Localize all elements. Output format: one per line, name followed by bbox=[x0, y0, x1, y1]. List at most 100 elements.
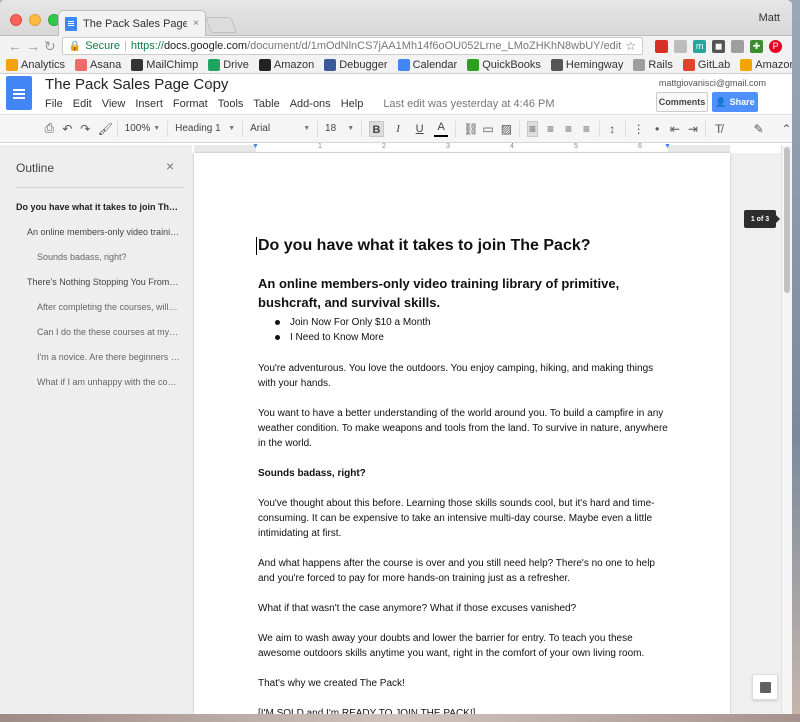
minimize-window-button[interactable] bbox=[29, 14, 41, 26]
bookmark-item[interactable]: QuickBooks bbox=[467, 58, 541, 71]
new-tab-button[interactable] bbox=[205, 17, 237, 33]
image-icon[interactable]: ▨ bbox=[501, 122, 512, 136]
align-right-icon[interactable]: ≡ bbox=[563, 122, 574, 136]
reload-icon[interactable]: ↻ bbox=[44, 38, 56, 55]
outline-item[interactable]: Sounds badass, right? bbox=[37, 252, 180, 262]
document-page[interactable]: Do you have what it takes to join The Pa… bbox=[194, 153, 730, 714]
outline-item[interactable]: An online members-only video training... bbox=[27, 227, 180, 237]
document-title[interactable]: The Pack Sales Page Copy bbox=[45, 76, 228, 93]
paragraph[interactable]: [I'M SOLD and I'm READY TO JOIN THE PACK… bbox=[258, 706, 668, 714]
font-size-select[interactable]: 18 ▼ bbox=[325, 123, 354, 134]
ruler-indent-marker-icon[interactable]: ▼ bbox=[252, 143, 259, 150]
outline-item[interactable]: There's Nothing Stopping You From E... bbox=[27, 277, 180, 287]
style-select[interactable]: Heading 1 ▼ bbox=[175, 123, 235, 134]
bulleted-list-icon[interactable]: • bbox=[652, 122, 663, 136]
link-icon[interactable]: ⛓ bbox=[463, 122, 478, 136]
docs-home-icon[interactable] bbox=[6, 76, 32, 110]
outline-item[interactable]: Do you have what it takes to join The ..… bbox=[16, 202, 180, 212]
chrome-profile-name[interactable]: Matt bbox=[759, 12, 780, 24]
bookmark-item[interactable]: Debugger bbox=[324, 58, 388, 71]
comment-icon[interactable]: ▭ bbox=[482, 122, 493, 136]
bookmark-item[interactable]: MailChimp bbox=[131, 58, 198, 71]
share-button[interactable]: 👤 Share bbox=[712, 92, 758, 112]
back-arrow-icon[interactable]: ← bbox=[8, 38, 22, 54]
forward-arrow-icon[interactable]: → bbox=[26, 38, 40, 54]
pinterest-extension-icon[interactable]: P bbox=[769, 39, 783, 53]
heading-2[interactable]: An online members-only video training li… bbox=[258, 274, 668, 312]
account-email[interactable]: mattgiovanisci@gmail.com bbox=[659, 78, 766, 88]
paragraph[interactable]: You've thought about this before. Learni… bbox=[258, 496, 668, 541]
menu-tools[interactable]: Tools bbox=[218, 98, 244, 110]
collapse-toolbar-icon[interactable]: ⌃ bbox=[781, 122, 792, 136]
zoom-select[interactable]: 100% ▼ bbox=[125, 123, 161, 134]
decrease-indent-icon[interactable]: ⇤ bbox=[670, 122, 681, 136]
increase-indent-icon[interactable]: ⇥ bbox=[687, 122, 698, 136]
bookmark-item[interactable]: Asana bbox=[75, 58, 121, 71]
menu-addons[interactable]: Add-ons bbox=[290, 98, 331, 110]
close-outline-icon[interactable]: × bbox=[166, 158, 174, 174]
paragraph[interactable]: You want to have a better understanding … bbox=[258, 406, 668, 451]
vertical-scrollbar[interactable] bbox=[781, 145, 792, 714]
menu-table[interactable]: Table bbox=[253, 98, 279, 110]
bookmark-item[interactable]: Drive bbox=[208, 58, 249, 71]
paragraph[interactable]: We aim to wash away your doubts and lowe… bbox=[258, 631, 668, 661]
heading-1[interactable]: Do you have what it takes to join The Pa… bbox=[258, 236, 668, 256]
pocket-extension-icon[interactable]: ◼ bbox=[712, 39, 726, 53]
menu-help[interactable]: Help bbox=[341, 98, 364, 110]
outline-item[interactable]: After completing the courses, will I ... bbox=[37, 302, 180, 312]
redo-icon[interactable]: ↷ bbox=[80, 122, 91, 136]
line-spacing-icon[interactable]: ↕ bbox=[607, 122, 618, 136]
horizontal-ruler[interactable]: ▼ 1 2 3 4 5 6 ▼ bbox=[194, 143, 730, 153]
menu-view[interactable]: View bbox=[102, 98, 126, 110]
align-justify-icon[interactable]: ≡ bbox=[581, 122, 592, 136]
font-select[interactable]: Arial ▼ bbox=[250, 123, 310, 134]
undo-icon[interactable]: ↶ bbox=[62, 122, 73, 136]
bold-button[interactable]: B bbox=[369, 120, 384, 137]
plus-extension-icon[interactable]: ✚ bbox=[750, 39, 764, 53]
text-color-button[interactable]: A bbox=[433, 121, 449, 137]
list-item[interactable]: Join Now For Only $10 a Month bbox=[275, 315, 668, 330]
browser-tab-active[interactable]: The Pack Sales Page Copy - G × bbox=[58, 10, 206, 36]
bookmark-item[interactable]: Calendar bbox=[397, 58, 457, 71]
comments-button[interactable]: Comments bbox=[656, 92, 708, 112]
paragraph[interactable]: You're adventurous. You love the outdoor… bbox=[258, 361, 668, 391]
scrollbar-thumb[interactable] bbox=[784, 147, 790, 293]
align-left-icon[interactable]: ≡ bbox=[526, 120, 539, 137]
subheading[interactable]: Sounds badass, right? bbox=[258, 466, 668, 481]
paragraph[interactable]: That's why we created The Pack! bbox=[258, 676, 668, 691]
tab-close-icon[interactable]: × bbox=[193, 18, 199, 29]
paint-format-icon[interactable]: 🖌 bbox=[98, 122, 113, 136]
paragraph[interactable]: What if that wasn't the case anymore? Wh… bbox=[258, 601, 668, 616]
ruler-right-indent-icon[interactable]: ▼ bbox=[664, 143, 671, 150]
calendar-extension-icon[interactable] bbox=[655, 39, 669, 53]
align-center-icon[interactable]: ≡ bbox=[545, 122, 556, 136]
italic-button[interactable]: I bbox=[391, 121, 406, 137]
document-body[interactable]: Do you have what it takes to join The Pa… bbox=[256, 236, 668, 714]
menu-file[interactable]: File bbox=[45, 98, 63, 110]
outline-item[interactable]: What if I am unhappy with the cour... bbox=[37, 377, 180, 387]
menu-edit[interactable]: Edit bbox=[73, 98, 92, 110]
menu-insert[interactable]: Insert bbox=[135, 98, 163, 110]
bookmark-item[interactable]: Analytics bbox=[6, 58, 65, 71]
m-extension-icon[interactable]: m bbox=[693, 39, 707, 53]
underline-button[interactable]: U bbox=[412, 121, 427, 137]
numbered-list-icon[interactable]: ⋮ bbox=[633, 122, 645, 136]
clear-formatting-icon[interactable]: T̸ bbox=[713, 122, 724, 136]
star-document-icon[interactable]: ☆ bbox=[204, 76, 216, 92]
menu-format[interactable]: Format bbox=[173, 98, 208, 110]
grey-extension-icon[interactable] bbox=[731, 39, 745, 53]
bookmark-item[interactable]: GitLab bbox=[682, 58, 730, 71]
explore-button[interactable] bbox=[752, 674, 778, 700]
print-icon[interactable]: ⎙ bbox=[44, 121, 55, 136]
paragraph[interactable]: And what happens after the course is ove… bbox=[258, 556, 668, 586]
bookmark-item[interactable]: Rails bbox=[633, 58, 673, 71]
address-bar[interactable]: 🔒 Secure | https://docs.google.com/docum… bbox=[61, 37, 644, 55]
editing-mode-pencil-icon[interactable]: ✎ bbox=[753, 122, 764, 136]
cloud-extension-icon[interactable] bbox=[674, 39, 688, 53]
bookmark-item[interactable]: AmazonSmile bbox=[740, 58, 792, 71]
list-item[interactable]: I Need to Know More bbox=[275, 330, 668, 345]
outline-item[interactable]: Can I do the these courses at my o... bbox=[37, 327, 180, 337]
bookmark-item[interactable]: Hemingway bbox=[550, 58, 623, 71]
outline-item[interactable]: I'm a novice. Are there beginners c... bbox=[37, 352, 180, 362]
close-window-button[interactable] bbox=[10, 14, 22, 26]
